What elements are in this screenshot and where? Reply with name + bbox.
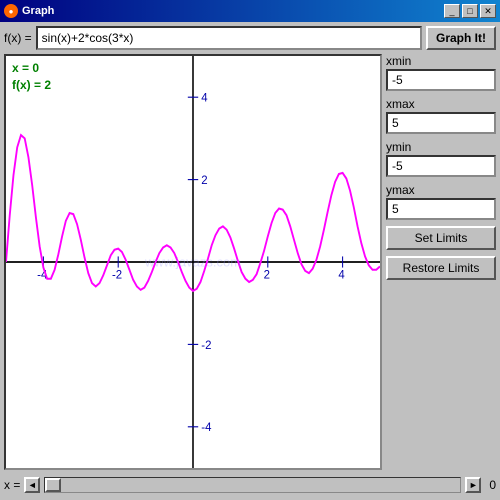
set-limits-button[interactable]: Set Limits bbox=[386, 226, 496, 250]
graph-panel: x = 0 f(x) = 2 www.javazs.com bbox=[4, 54, 382, 470]
formula-label: f(x) = bbox=[4, 31, 32, 45]
xmax-group: xmax bbox=[386, 97, 496, 134]
middle-row: x = 0 f(x) = 2 www.javazs.com bbox=[4, 54, 496, 470]
svg-text:-4: -4 bbox=[201, 420, 212, 434]
main-content: f(x) = Graph It! x = 0 f(x) = 2 www.java… bbox=[0, 22, 500, 500]
ymax-group: ymax bbox=[386, 183, 496, 220]
graph-svg: -4 -2 2 4 4 2 -2 -4 bbox=[6, 56, 380, 468]
title-bar: ● Graph _ □ ✕ bbox=[0, 0, 500, 22]
x-label: x = bbox=[4, 478, 20, 492]
scrollbar-track[interactable] bbox=[44, 477, 461, 493]
xmax-input[interactable] bbox=[386, 112, 496, 134]
graph-it-button[interactable]: Graph It! bbox=[426, 26, 496, 50]
title-bar-controls: _ □ ✕ bbox=[444, 4, 496, 18]
ymin-label: ymin bbox=[386, 140, 496, 154]
xmin-label: xmin bbox=[386, 54, 496, 68]
ymax-input[interactable] bbox=[386, 198, 496, 220]
svg-text:2: 2 bbox=[264, 267, 270, 281]
ymin-input[interactable] bbox=[386, 155, 496, 177]
bottom-row: x = ◄ ► 0 bbox=[4, 474, 496, 496]
svg-text:-2: -2 bbox=[112, 267, 122, 281]
formula-input[interactable] bbox=[36, 26, 422, 50]
xmin-group: xmin bbox=[386, 54, 496, 91]
ymax-label: ymax bbox=[386, 183, 496, 197]
window-title: Graph bbox=[22, 5, 54, 17]
xmin-input[interactable] bbox=[386, 69, 496, 91]
app-icon: ● bbox=[4, 4, 18, 18]
close-button[interactable]: ✕ bbox=[480, 4, 496, 18]
scroll-left-button[interactable]: ◄ bbox=[24, 477, 40, 493]
x-value-display: x = 0 bbox=[12, 60, 51, 77]
svg-text:4: 4 bbox=[338, 267, 345, 281]
title-bar-text: ● Graph bbox=[4, 4, 54, 18]
fx-value-display: f(x) = 2 bbox=[12, 77, 51, 94]
right-panel: xmin xmax ymin ymax Set Limits Restore L… bbox=[386, 54, 496, 470]
x-scroll-value: 0 bbox=[489, 478, 496, 492]
restore-limits-button[interactable]: Restore Limits bbox=[386, 256, 496, 280]
graph-info: x = 0 f(x) = 2 bbox=[12, 60, 51, 94]
formula-row: f(x) = Graph It! bbox=[4, 26, 496, 50]
svg-text:4: 4 bbox=[201, 90, 208, 104]
minimize-button[interactable]: _ bbox=[444, 4, 460, 18]
scroll-right-button[interactable]: ► bbox=[465, 477, 481, 493]
svg-text:-2: -2 bbox=[201, 337, 211, 351]
maximize-button[interactable]: □ bbox=[462, 4, 478, 18]
ymin-group: ymin bbox=[386, 140, 496, 177]
scrollbar-thumb[interactable] bbox=[45, 478, 61, 492]
svg-text:2: 2 bbox=[201, 173, 207, 187]
xmax-label: xmax bbox=[386, 97, 496, 111]
